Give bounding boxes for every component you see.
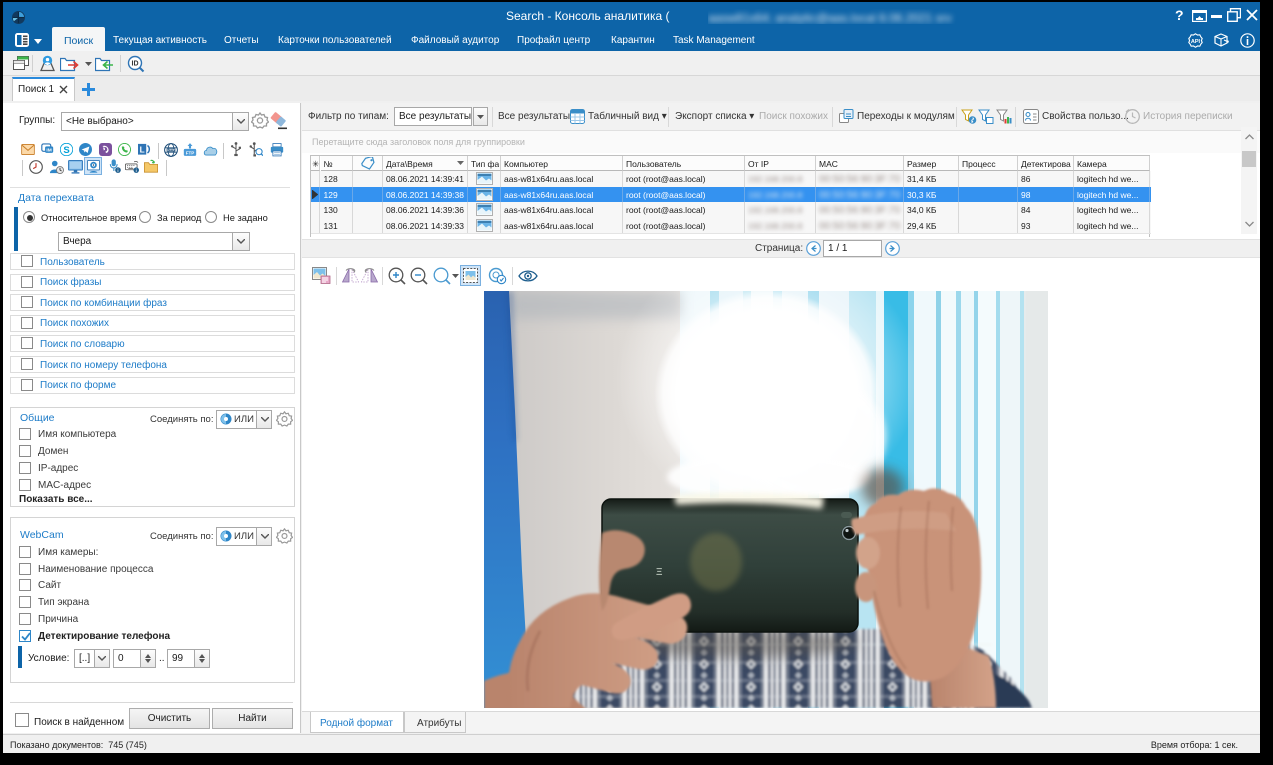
svg-text:i: i [117, 168, 118, 173]
svg-text:L: L [140, 146, 145, 155]
svg-text:Ξ: Ξ [656, 567, 663, 578]
svg-text:FTP: FTP [186, 150, 195, 155]
svg-text:API: API [1191, 39, 1201, 45]
svg-text:HTTP: HTTP [167, 148, 174, 152]
svg-text:i: i [136, 168, 137, 173]
svg-text:IM: IM [46, 148, 51, 154]
svg-text:ID: ID [132, 61, 139, 68]
svg-text:S: S [63, 145, 69, 156]
